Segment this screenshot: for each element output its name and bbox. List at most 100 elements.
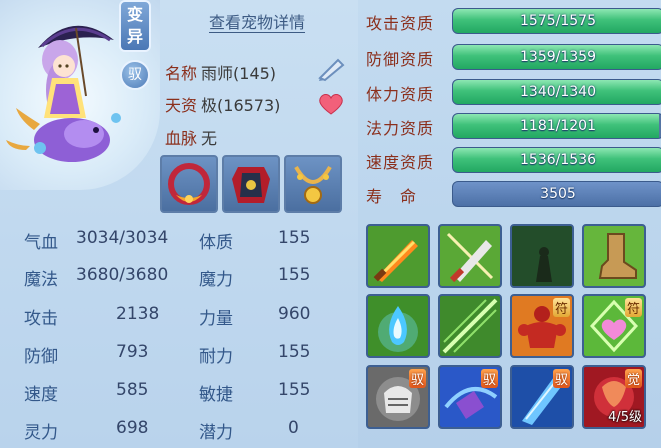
ride-tag: 驭 xyxy=(408,369,426,388)
bloodline-value: 无 xyxy=(201,129,218,148)
stat-row: 防御 793 耐力 155 xyxy=(0,342,354,372)
aptitude-row: 天资 极(16573) xyxy=(165,92,280,116)
stat-row: 攻击 2138 力量 960 xyxy=(0,304,354,334)
stat-row: 气血 3034/3034 体质 155 xyxy=(0,228,354,258)
stat-label: 防御 xyxy=(24,347,58,367)
aptitude-label: 体力资质 xyxy=(366,85,435,104)
aptitude-value: 极(16573) xyxy=(201,96,281,115)
stat-value: 2138 xyxy=(116,304,160,324)
stat-row: 魔法 3680/3680 魔力 155 xyxy=(0,265,354,295)
aptitude-value: 1575/1575 xyxy=(520,13,596,29)
stat-label: 气血 xyxy=(24,233,58,253)
ride-tag: 驭 xyxy=(552,369,570,388)
mutation-badge-char-2: 异 xyxy=(126,27,143,46)
talisman-tag: 符 xyxy=(624,298,642,317)
equipment-slot-amulet[interactable] xyxy=(284,155,342,213)
equipment-slot-collar[interactable] xyxy=(160,155,218,213)
stat-value: 585 xyxy=(116,380,149,400)
stat-value: 3680/3680 xyxy=(76,265,169,285)
stat-label-2: 魔力 xyxy=(199,270,233,290)
skill-slot[interactable] xyxy=(438,294,502,358)
awaken-tag: 觉 xyxy=(624,369,642,388)
flaming-sword-skill-icon xyxy=(368,226,428,286)
stat-value-2: 155 xyxy=(278,228,311,248)
aptitude-bar: 1181/1201 xyxy=(452,113,661,139)
stat-label-2: 耐力 xyxy=(199,347,233,367)
aptitude-label: 天资 xyxy=(165,96,198,115)
aptitude-label: 寿 命 xyxy=(366,187,418,206)
stat-label-2: 潜力 xyxy=(199,423,233,443)
skill-slot[interactable]: 符 xyxy=(510,294,574,358)
bloodline-row: 血脉无 xyxy=(165,125,217,149)
aptitude-label: 攻击资质 xyxy=(366,14,435,33)
stat-value: 3034/3034 xyxy=(76,228,169,248)
aptitude-bar: 1575/1575 xyxy=(452,8,661,34)
awaken-level: 4/5级 xyxy=(608,410,642,425)
aptitude-row-mana: 法力资质 1181/1201 xyxy=(366,113,661,139)
skill-slot[interactable] xyxy=(510,224,574,288)
stat-row: 速度 585 敏捷 155 xyxy=(0,380,354,410)
skill-slot[interactable]: 驭 xyxy=(510,365,574,429)
stat-value-2: 155 xyxy=(278,380,311,400)
sword-strike-skill-icon xyxy=(440,226,500,286)
stat-label: 魔法 xyxy=(24,270,58,290)
name-row: 名称 雨师(145) xyxy=(165,60,276,84)
bloodline-label: 血脉 xyxy=(165,129,198,148)
aptitude-value: 1181/1201 xyxy=(520,118,596,134)
stat-label: 速度 xyxy=(24,385,58,405)
skill-slot[interactable] xyxy=(438,224,502,288)
rename-icon[interactable] xyxy=(316,56,346,86)
pet-detail-screen: 变 异 驭 查看宠物详情 名称雨师(145) 天资极(16573) 血脉无 xyxy=(0,0,661,448)
aptitude-label: 防御资质 xyxy=(366,50,435,69)
lifespan-value: 3505 xyxy=(540,186,576,202)
stat-label: 攻击 xyxy=(24,309,58,329)
ride-badge: 驭 xyxy=(120,60,150,90)
aptitude-value: 1536/1536 xyxy=(520,152,596,168)
aptitude-label: 法力资质 xyxy=(366,119,435,138)
stat-value-2: 155 xyxy=(278,265,311,285)
aptitude-row-attack: 攻击资质 1575/1575 xyxy=(366,8,661,34)
skill-slot[interactable]: 符 xyxy=(582,294,646,358)
aptitude-row-stamina: 体力资质 1340/1340 xyxy=(366,79,661,105)
aptitude-row-speed: 速度资质 1536/1536 xyxy=(366,147,661,173)
moon-warrior-skill-icon xyxy=(512,226,572,286)
view-pet-details-link[interactable]: 查看宠物详情 xyxy=(209,9,305,33)
stat-label: 灵力 xyxy=(24,423,58,443)
stat-value-2: 0 xyxy=(288,418,299,438)
skill-slot[interactable] xyxy=(582,224,646,288)
stat-label-2: 体质 xyxy=(199,233,233,253)
stat-value: 793 xyxy=(116,342,149,362)
armor-icon xyxy=(232,167,270,203)
skill-slot-awakening[interactable]: 觉 4/5级 xyxy=(582,365,646,429)
aptitude-bar: 1359/1359 xyxy=(452,44,661,70)
slash-skill-icon xyxy=(440,296,500,356)
equipment-slot-armor[interactable] xyxy=(222,155,280,213)
stat-label-2: 敏捷 xyxy=(199,385,233,405)
aptitude-value: 1340/1340 xyxy=(520,84,596,100)
aptitude-bar: 1536/1536 xyxy=(452,147,661,173)
amulet-icon xyxy=(294,165,332,204)
heart-icon[interactable] xyxy=(318,93,344,119)
mutation-badge: 变 异 xyxy=(119,0,151,52)
name-label: 名称 xyxy=(165,64,198,83)
boot-skill-icon xyxy=(584,226,644,286)
talisman-tag: 符 xyxy=(552,298,570,317)
stat-value-2: 155 xyxy=(278,342,311,362)
aptitude-row-defense: 防御资质 1359/1359 xyxy=(366,44,661,70)
skill-slot[interactable]: 驭 xyxy=(438,365,502,429)
lifespan-bar: 3505 xyxy=(452,181,661,207)
stat-label-2: 力量 xyxy=(199,309,233,329)
mutation-badge-char-1: 变 xyxy=(126,5,143,24)
pet-info-panel: 变 异 驭 查看宠物详情 名称雨师(145) 天资极(16573) 血脉无 xyxy=(0,0,354,448)
skill-slot[interactable]: 驭 xyxy=(366,365,430,429)
skill-slot[interactable] xyxy=(366,224,430,288)
aptitude-row-lifespan: 寿 命 3505 xyxy=(366,181,661,207)
stat-value-2: 960 xyxy=(278,304,311,324)
aptitude-skill-panel: 攻击资质 1575/1575 防御资质 1359/1359 体力资质 1340/… xyxy=(358,0,661,448)
stat-value: 698 xyxy=(116,418,149,438)
stat-row: 灵力 698 潜力 0 xyxy=(0,418,354,448)
ride-tag: 驭 xyxy=(480,369,498,388)
name-value: 雨师(145) xyxy=(201,64,277,83)
skill-slot[interactable] xyxy=(366,294,430,358)
pet-portrait: 变 异 驭 xyxy=(0,0,160,190)
